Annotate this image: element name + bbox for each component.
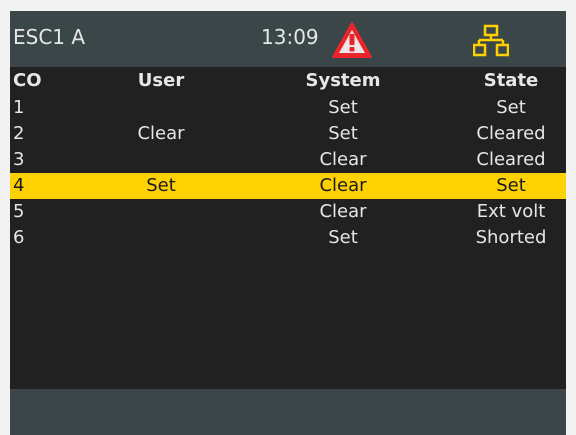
system-value: Clear [319,149,367,170]
column-header-system: System [305,70,381,91]
column-header-user: User [137,70,185,91]
co-number: 6 [13,227,25,248]
co-number: 4 [13,175,25,196]
co-number: 3 [13,149,25,170]
user-value: Set [146,175,176,196]
warning-triangle-icon[interactable] [331,21,373,59]
table-row[interactable]: 6 Set Shorted [10,225,566,251]
user-value [111,225,211,251]
system-value: Set [328,227,358,248]
system-value: Clear [319,201,367,222]
table-row-selected[interactable]: 4 Set Clear Set [10,173,566,199]
user-value [111,147,211,173]
state-value: Cleared [476,123,546,144]
co-table: CO User System State 1 Set Set 2 Clear S… [10,67,566,251]
state-value: Ext volt [476,201,546,222]
user-value [111,199,211,225]
state-value: Shorted [475,227,547,248]
network-icon[interactable] [473,24,509,57]
user-value: Clear [137,123,185,144]
state-value: Set [496,97,526,118]
clock: 13:09 [261,25,319,49]
table-row[interactable]: 5 Clear Ext volt [10,199,566,225]
co-number: 2 [13,123,25,144]
table-row[interactable]: 1 Set Set [10,95,566,121]
device-title: ESC1 A [13,25,86,49]
column-header-state: State [483,70,539,91]
user-value [111,95,211,121]
table-header: CO User System State [10,67,566,95]
column-header-co: CO [13,70,42,91]
status-bar: ESC1 A 13:09 [10,11,566,67]
system-value: Set [328,123,358,144]
system-value: Set [328,97,358,118]
controller-screen: ESC1 A 13:09 CO User System State 1 Set … [10,11,566,435]
state-value: Set [496,175,526,196]
table-row[interactable]: 2 Clear Set Cleared [10,121,566,147]
system-value: Clear [319,175,367,196]
co-number: 5 [13,201,25,222]
soft-key-bar [10,389,566,435]
state-value: Cleared [476,149,546,170]
co-number: 1 [13,97,25,118]
table-row[interactable]: 3 Clear Cleared [10,147,566,173]
